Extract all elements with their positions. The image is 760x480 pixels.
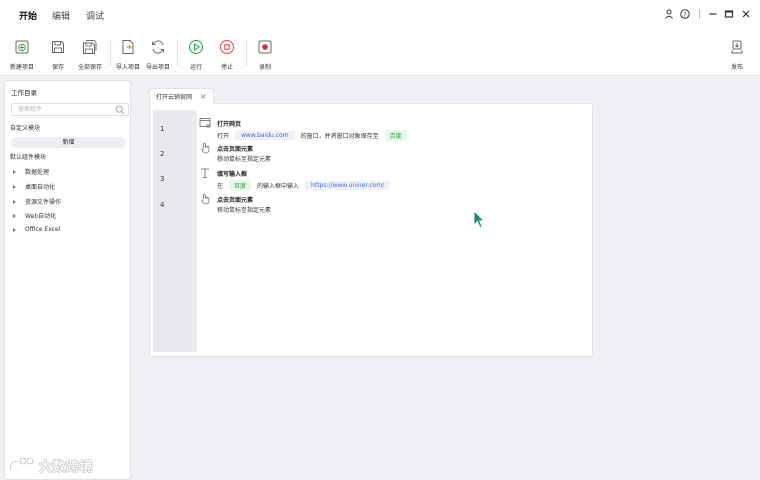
run-label: 运行 xyxy=(189,64,202,71)
help-icon[interactable]: ? xyxy=(678,7,692,21)
line-number: 1 xyxy=(160,125,165,133)
svg-text:?: ? xyxy=(683,10,686,18)
title-bar: 开始 编辑 调试 ? xyxy=(0,0,760,30)
url-chip[interactable]: www.baidu.com xyxy=(235,131,295,140)
stop-button[interactable]: 停止 xyxy=(209,38,245,74)
maximize-icon[interactable] xyxy=(722,7,736,21)
user-icon[interactable] xyxy=(662,7,676,21)
stop-icon xyxy=(220,40,234,54)
import-project-icon xyxy=(122,40,134,54)
expand-arrow-icon[interactable] xyxy=(13,169,16,174)
line-number-gutter xyxy=(153,110,197,352)
panel-title: 工作目录 xyxy=(11,89,37,97)
record-button[interactable]: 录制 xyxy=(247,38,283,74)
tab-open-website[interactable]: 打开云销官网 × xyxy=(149,88,214,104)
step-desc-text: 移动鼠标至指定元素 xyxy=(217,207,272,214)
variable-chip[interactable]: 百度 xyxy=(384,130,407,141)
save-all-button[interactable]: 全部保存 xyxy=(72,38,108,74)
line-number: 2 xyxy=(160,150,165,158)
tab-label: 打开云销官网 xyxy=(156,94,193,101)
url-chip[interactable]: https://www.uniner.com/ xyxy=(305,181,391,190)
menu-tab-debug[interactable]: 调试 xyxy=(86,9,104,22)
export-project-button[interactable]: 导出项目 xyxy=(140,38,176,74)
add-module-button[interactable]: 新增 xyxy=(11,137,126,148)
export-project-icon xyxy=(152,40,164,54)
step-description: 移动鼠标至指定元素 xyxy=(217,154,271,163)
watermark: 大数跨境 xyxy=(8,455,104,475)
record-icon xyxy=(258,40,272,54)
window-controls-divider xyxy=(699,9,700,19)
tree-item-label: 资源文件操作 xyxy=(25,199,62,206)
save-icon xyxy=(52,41,64,53)
menu-tab-edit[interactable]: 编辑 xyxy=(52,9,70,22)
line-number: 3 xyxy=(160,175,165,183)
component-search xyxy=(11,103,129,116)
mouse-cursor-icon xyxy=(473,210,485,229)
publish-label: 发布 xyxy=(730,64,743,71)
flow-editor xyxy=(149,103,593,357)
step-desc-text: 移动鼠标至指定元素 xyxy=(217,156,272,163)
menu-tab-start[interactable]: 开始 xyxy=(19,9,37,22)
step-title: 点击页面元素 xyxy=(217,197,254,204)
variable-chip[interactable]: 百度 xyxy=(229,180,252,191)
import-project-label: 导入项目 xyxy=(115,64,140,71)
tree-item-label: 数据处理 xyxy=(25,169,50,176)
step-desc-prefix: 打开 xyxy=(217,133,230,140)
step-desc-prefix: 在 xyxy=(217,183,224,190)
save-all-label: 全部保存 xyxy=(77,64,102,71)
export-project-label: 导出项目 xyxy=(145,64,170,71)
expand-arrow-icon[interactable] xyxy=(13,227,16,232)
save-button[interactable]: 保存 xyxy=(40,38,76,74)
tree-item-data-processing[interactable]: 数据处理 xyxy=(13,167,49,176)
custom-module-heading: 自定义模块 xyxy=(10,125,41,132)
step-title: 填写输入框 xyxy=(217,171,248,178)
watermark-logo-icon xyxy=(9,457,34,471)
publish-button[interactable]: 发布 xyxy=(719,38,755,74)
stop-label: 停止 xyxy=(220,64,233,71)
tree-item-label: Web自动化 xyxy=(25,213,57,220)
hand-pointer-icon xyxy=(201,193,210,205)
step-desc-middle: 的窗口，并将窗口对象保存至 xyxy=(300,133,379,140)
tab-close-icon[interactable]: × xyxy=(200,92,207,101)
publish-icon xyxy=(731,40,743,54)
text-cursor-icon xyxy=(201,168,209,178)
watermark-text: 大数跨境 xyxy=(39,459,94,475)
run-icon xyxy=(189,40,203,54)
step-title: 打开网页 xyxy=(217,121,242,128)
step-description: 打开 www.baidu.com 的窗口，并将窗口对象保存至 百度 xyxy=(217,130,413,141)
minimize-icon[interactable] xyxy=(706,7,720,21)
step-description: 移动鼠标至指定元素 xyxy=(217,205,271,214)
browser-icon xyxy=(199,118,211,128)
line-number: 4 xyxy=(160,201,165,209)
close-icon[interactable] xyxy=(739,7,753,21)
work-directory-panel: 工作目录 自定义模块 新增 默认组件模块 数据处理 桌面自动化 资源文件操作 W… xyxy=(4,80,131,480)
tree-item-label: 桌面自动化 xyxy=(25,184,56,191)
default-module-heading: 默认组件模块 xyxy=(10,154,47,161)
expand-arrow-icon[interactable] xyxy=(13,213,16,218)
new-project-button[interactable]: 新建项目 xyxy=(4,38,40,74)
save-all-icon xyxy=(83,40,97,54)
step-title: 点击页面元素 xyxy=(217,146,254,153)
new-project-label: 新建项目 xyxy=(9,64,34,71)
search-icon[interactable] xyxy=(115,105,125,115)
tree-item-desktop-automation[interactable]: 桌面自动化 xyxy=(13,182,55,191)
new-project-icon xyxy=(15,40,29,54)
hand-pointer-icon xyxy=(201,142,210,154)
step-description: 在 百度 的输入框中输入 https://www.uniner.com/ xyxy=(217,180,396,191)
expand-arrow-icon[interactable] xyxy=(13,184,16,189)
tree-item-web-automation[interactable]: Web自动化 xyxy=(13,211,56,220)
expand-arrow-icon[interactable] xyxy=(13,199,16,204)
tree-item-resource-files[interactable]: 资源文件操作 xyxy=(13,197,61,206)
search-input[interactable] xyxy=(12,104,112,115)
tree-item-office-excel[interactable]: Office Excel xyxy=(13,226,60,233)
step-desc-middle: 的输入框中输入 xyxy=(257,183,300,190)
save-label: 保存 xyxy=(51,64,64,71)
record-label: 录制 xyxy=(258,64,271,71)
tree-item-label: Office Excel xyxy=(25,226,61,233)
toolbar: 新建项目 保存 全部保存 导入项目 导出项目 运行 停止 录制 发布 xyxy=(0,30,760,76)
